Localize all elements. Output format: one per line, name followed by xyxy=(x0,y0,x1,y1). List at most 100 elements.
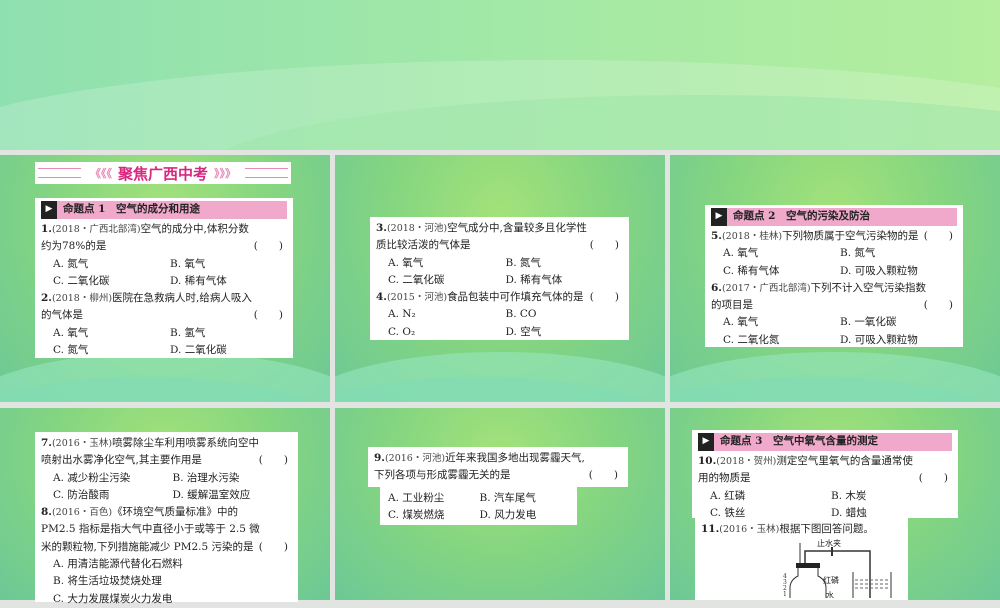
question-source: (2017・广西北部湾) xyxy=(721,282,811,294)
option-a[interactable]: A. 工业粉尘 xyxy=(388,490,480,507)
option-d[interactable]: D. 稀有气体 xyxy=(506,272,624,289)
question-source: (2015・河池) xyxy=(386,292,448,304)
option-c[interactable]: C. 大力发展煤炭火力发电 xyxy=(53,591,292,608)
topic-header-1: ▶ 命题点 1 空气的成分和用途 xyxy=(41,201,287,219)
section-title: 聚焦广西中考 xyxy=(118,164,209,183)
option-b[interactable]: B. 木炭 xyxy=(831,488,952,505)
option-a[interactable]: A. 氮气 xyxy=(53,256,170,273)
answer-blank[interactable]: ( ) xyxy=(590,289,619,306)
question-number: 2. xyxy=(41,292,52,305)
question-9: 9.(2016・河池)近年来我国多地出现雾霾天气,下列各项与形成雾霾无关的是( … xyxy=(374,450,622,485)
question-number: 1. xyxy=(41,223,52,235)
answer-blank[interactable]: ( ) xyxy=(924,297,953,314)
question-7: 7.(2016・玉林)喷雾除尘车利用喷雾系统向空中喷射出水雾净化空气,其主要作用… xyxy=(41,435,292,504)
option-a[interactable]: A. N₂ xyxy=(388,306,506,323)
option-c[interactable]: C. 稀有气体 xyxy=(723,263,840,280)
option-a[interactable]: A. 用清洁能源代替化石燃料 xyxy=(53,556,292,573)
answer-blank[interactable]: ( ) xyxy=(254,238,283,255)
play-icon: ▶ xyxy=(41,201,57,219)
answer-blank[interactable]: ( ) xyxy=(919,470,948,487)
question-text: 食品包装中可作填充气体的是 xyxy=(447,291,584,304)
option-d[interactable]: D. 风力发电 xyxy=(480,507,572,524)
water-label: 水 xyxy=(826,590,834,598)
option-b[interactable]: B. 汽车尾气 xyxy=(480,490,572,507)
option-c[interactable]: C. O₂ xyxy=(388,324,506,341)
option-a[interactable]: A. 氧气 xyxy=(388,255,506,272)
play-icon: ▶ xyxy=(698,433,714,451)
option-d[interactable]: D. 可吸入颗粒物 xyxy=(840,263,957,280)
option-b[interactable]: B. 治理水污染 xyxy=(173,470,293,487)
answer-blank[interactable]: ( ) xyxy=(590,237,619,254)
question-4: 4.(2015・河池)食品包装中可作填充气体的是 ( ) A. N₂ B. CO C. … xyxy=(376,289,623,341)
option-d[interactable]: D. 可吸入颗粒物 xyxy=(840,332,957,349)
option-b[interactable]: B. 将生活垃圾焚烧处理 xyxy=(53,573,292,590)
topic-label: 命题点 3 空气中氧气含量的测定 xyxy=(720,435,878,448)
question-number: 5. xyxy=(711,230,722,242)
option-b[interactable]: B. 一氧化碳 xyxy=(840,314,957,331)
option-c[interactable]: C. 二氧化碳 xyxy=(53,273,170,290)
option-a[interactable]: A. 氧气 xyxy=(723,245,840,262)
option-a[interactable]: A. 红磷 xyxy=(710,488,831,505)
question-box-6: ▶ 命题点 3 空气中氧气含量的测定 10.(2018・贺州)测定空气里氧气的含量… xyxy=(692,430,958,519)
question-box-1: ▶ 命题点 1 空气的成分和用途 1.(2018・广西北部湾)空气的成分中,体积分… xyxy=(35,198,293,358)
topic-header-3: ▶ 命题点 3 空气中氧气含量的测定 xyxy=(698,433,952,451)
question-number: 6. xyxy=(711,281,722,294)
experiment-apparatus-diagram: 止水夹 4 3 2 1 红磷 水 xyxy=(783,538,892,598)
question-8: 8.(2016・百色)《环境空气质量标准》中的 PM2.5 指标是指大气中直径小… xyxy=(41,504,292,608)
question-text: 下列物质属于空气污染物的是 xyxy=(782,230,919,242)
question-3: 3.(2018・河池)空气成分中,含量较多且化学性质比较活泼的气体是( ) A. … xyxy=(376,220,623,289)
option-c[interactable]: C. 煤炭燃烧 xyxy=(388,507,480,524)
answer-blank[interactable]: ( ) xyxy=(589,467,618,484)
phosphorus-label: 红磷 xyxy=(823,575,839,585)
question-box-4: 7.(2016・玉林)喷雾除尘车利用喷雾系统向空中喷射出水雾净化空气,其主要作用… xyxy=(35,432,298,605)
question-number: 3. xyxy=(376,222,387,234)
option-c[interactable]: C. 二氧化氮 xyxy=(723,332,840,349)
option-a[interactable]: A. 减少粉尘污染 xyxy=(53,470,173,487)
question-6: 6.(2017・广西北部湾)下列不计入空气污染指数的项目是( ) A. 氧气 B. … xyxy=(711,280,957,349)
answer-blank[interactable]: ( ) xyxy=(259,539,288,556)
option-c[interactable]: C. 防治酸雨 xyxy=(53,487,173,504)
question-number: 7. xyxy=(41,437,52,449)
question-2: 2.(2018・柳州)医院在急救病人时,给病人吸入的气体是( ) A. 氧气 B. … xyxy=(41,290,287,359)
question-source: (2018・贺州) xyxy=(716,456,777,467)
question-5: 5.(2018・桂林)下列物质属于空气污染物的是 ( ) A. 氧气 B. 氮气 C. … xyxy=(711,228,957,280)
option-b[interactable]: B. CO xyxy=(506,306,624,323)
question-box-2: 3.(2018・河池)空气成分中,含量较多且化学性质比较活泼的气体是( ) A. … xyxy=(370,217,629,340)
option-a[interactable]: A. 氧气 xyxy=(53,325,170,342)
option-d[interactable]: D. 空气 xyxy=(506,324,624,341)
question-1: 1.(2018・广西北部湾)空气的成分中,体积分数约为78%的是( ) A. 氮气… xyxy=(41,221,287,290)
answer-blank[interactable]: ( ) xyxy=(259,452,288,469)
option-b[interactable]: B. 氧气 xyxy=(170,256,287,273)
question-source: (2018・桂林) xyxy=(721,231,783,242)
option-b[interactable]: B. 氮气 xyxy=(506,255,624,272)
question-box-5: 9.(2016・河池)近年来我国多地出现雾霾天气,下列各项与形成雾霾无关的是( … xyxy=(368,447,628,487)
question-source: (2018・广西北部湾) xyxy=(51,224,141,235)
question-box-7: 11.(2016・玉林)根据下图回答问题。 止水夹 4 3 2 1 红磷 水 xyxy=(695,518,908,600)
topic-label: 命题点 1 空气的成分和用途 xyxy=(63,203,200,216)
question-box-3: ▶ 命题点 2 空气的污染及防治 5.(2018・桂林)下列物质属于空气污染物的是… xyxy=(705,205,963,347)
top-banner xyxy=(0,0,1000,150)
question-10: 10.(2018・贺州)测定空气里氧气的含量通常使用的物质是( ) A. 红磷 B.… xyxy=(698,453,952,522)
answer-blank[interactable]: ( ) xyxy=(924,228,953,245)
option-d[interactable]: D. 缓解温室效应 xyxy=(173,487,293,504)
question-11: 11.(2016・玉林)根据下图回答问题。 xyxy=(701,523,874,535)
question-source: (2016・百色) xyxy=(51,507,113,519)
question-number: 9. xyxy=(374,452,385,464)
option-c[interactable]: C. 氮气 xyxy=(53,342,170,359)
answer-blank[interactable]: ( ) xyxy=(254,307,283,324)
option-b[interactable]: B. 氮气 xyxy=(840,245,957,262)
option-c[interactable]: C. 二氧化碳 xyxy=(388,272,506,289)
topic-header-2: ▶ 命题点 2 空气的污染及防治 xyxy=(711,208,957,226)
question-number: 10. xyxy=(698,455,717,467)
option-b[interactable]: B. 氢气 xyxy=(170,325,287,342)
topic-label: 命题点 2 空气的污染及防治 xyxy=(733,210,870,223)
section-title-bar: 《《《 聚焦广西中考 》》》 xyxy=(35,162,291,184)
option-a[interactable]: A. 氧气 xyxy=(723,314,840,331)
play-icon: ▶ xyxy=(711,208,727,226)
options-box-9: A. 工业粉尘 B. 汽车尾气 C. 煤炭燃烧 D. 风力发电 xyxy=(380,487,577,525)
clamp-label: 止水夹 xyxy=(817,538,841,548)
option-d[interactable]: D. 二氧化碳 xyxy=(170,342,287,359)
question-number: 4. xyxy=(376,291,387,304)
question-source: (2018・柳州) xyxy=(51,293,113,305)
option-d[interactable]: D. 稀有气体 xyxy=(170,273,287,290)
